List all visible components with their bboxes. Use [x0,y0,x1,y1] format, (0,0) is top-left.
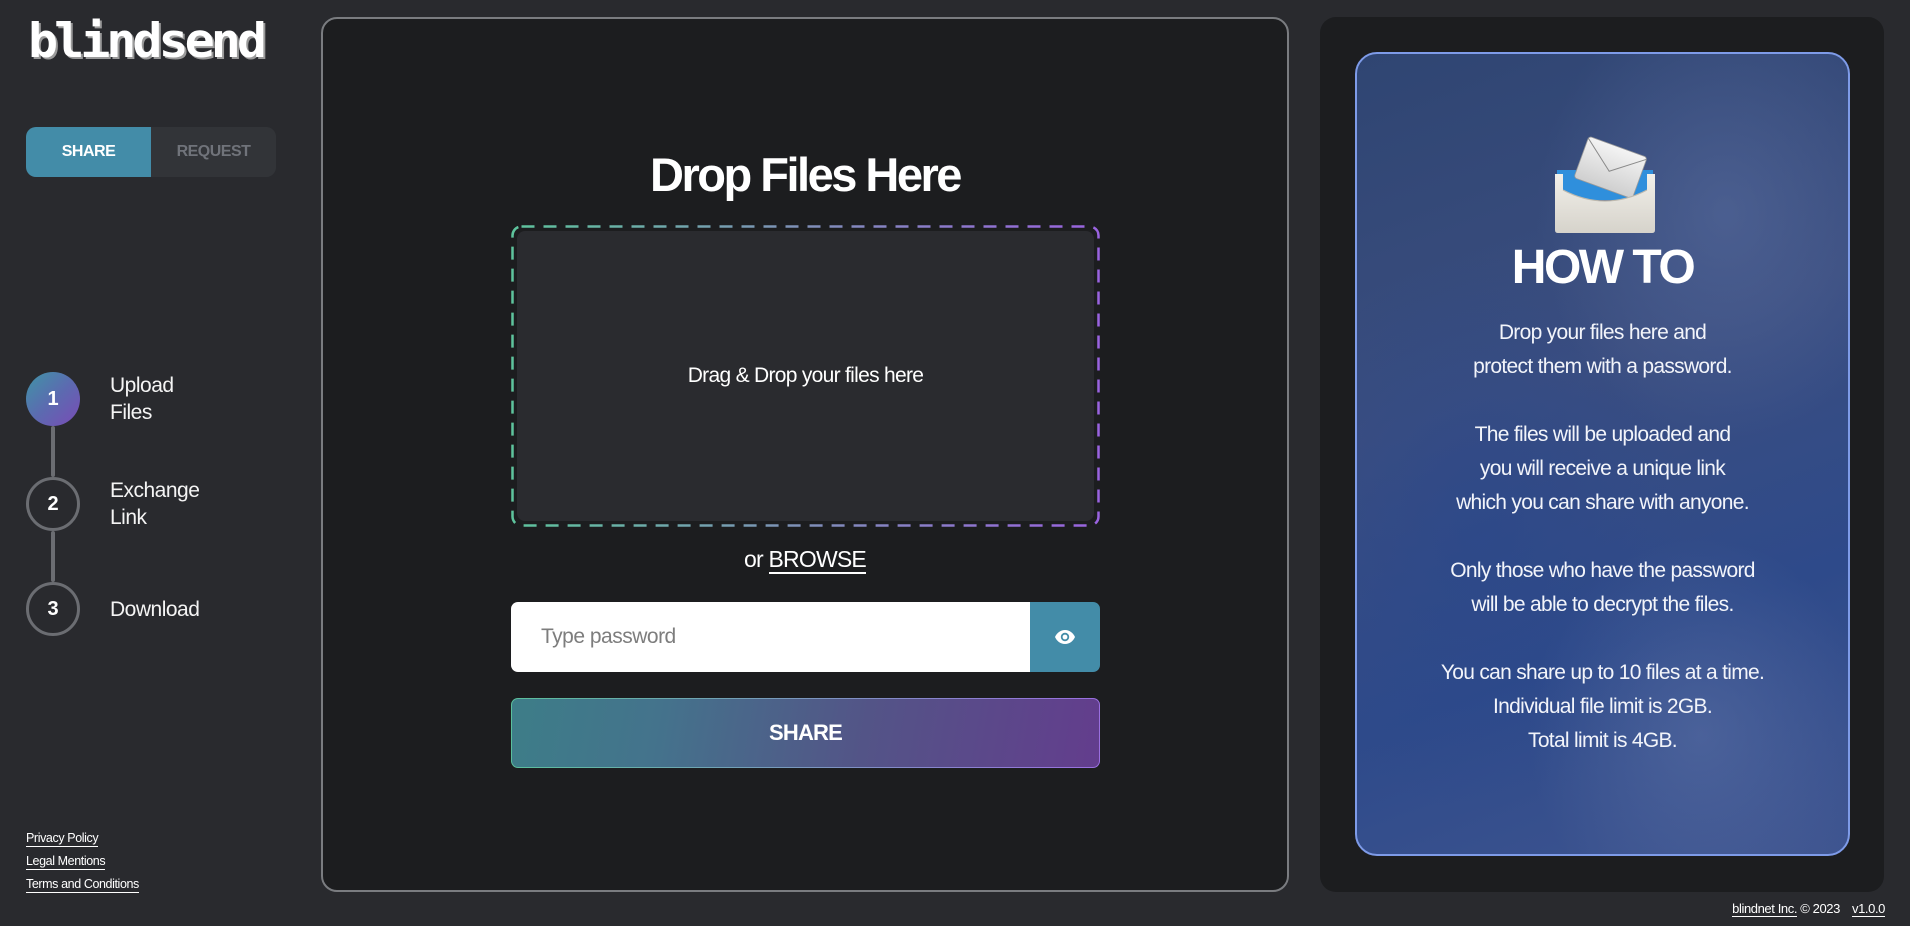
howto-paragraph: You can share up to 10 files at a time. … [1440,661,1765,752]
howto-instructions: Drop your files here and protect them wi… [1357,316,1848,758]
howto-title: HOW TO [1511,241,1696,294]
password-input[interactable] [511,602,1030,672]
step-number-badge: 1 [26,372,80,426]
howto-panel: HOW TO Drop your files here and protect … [1320,17,1884,892]
step-exchange-link: 2 Exchange Link [26,477,200,582]
blindsend-logo[interactable]: blindsend [28,17,267,65]
inbox-tray-icon [1555,136,1655,233]
share-button[interactable]: SHARE [511,698,1100,768]
drop-files-title: Drop Files Here [650,148,962,201]
howto-paragraph: Drop your files here and protect them wi… [1473,321,1732,378]
step-upload-files: 1 Upload Files [26,372,199,477]
footer: blindnet Inc. © 2023 v1.0.0 [1732,901,1885,917]
step-number-badge: 3 [26,582,80,636]
mode-toggle: SHARE REQUEST [26,127,276,177]
progress-steps: 1 Upload Files 2 Exchange Link 3 Downloa… [26,372,200,687]
password-row [511,602,1100,672]
copyright: blindnet Inc. © 2023 [1732,901,1840,917]
step-label: Upload Files [110,374,174,424]
privacy-policy-link[interactable]: Privacy Policy [26,830,99,847]
step-download: 3 Download [26,582,200,636]
legal-links: Privacy Policy Legal Mentions Terms and … [26,830,139,899]
blindnet-link[interactable]: blindnet Inc. [1732,901,1797,917]
upload-panel: Drop Files Here Drag & Drop your files h… [321,17,1289,892]
file-drop-zone[interactable]: Drag & Drop your files here [511,225,1100,527]
terms-and-conditions-link[interactable]: Terms and Conditions [26,876,139,893]
browse-link[interactable]: BROWSE [768,546,867,574]
step-label: Download [110,597,200,621]
step-connector [51,531,55,582]
step-number-badge: 2 [26,477,80,531]
browse-line: or BROWSE [744,546,867,574]
howto-paragraph: The files will be uploaded and you will … [1456,423,1749,514]
step-connector [51,426,55,477]
step-label: Exchange Link [110,479,200,529]
drop-zone-text: Drag & Drop your files here [517,231,1094,521]
howto-paragraph: Only those who have the password will be… [1450,559,1755,616]
version-link[interactable]: v1.0.0 [1851,901,1885,917]
toggle-password-visibility-button[interactable] [1030,602,1100,672]
eye-icon [1055,630,1075,644]
mode-request-tab[interactable]: REQUEST [151,127,276,177]
howto-card: HOW TO Drop your files here and protect … [1355,52,1850,856]
mode-share-tab[interactable]: SHARE [26,127,151,177]
app-root: blindsend SHARE REQUEST 1 Upload Files 2… [0,0,1910,926]
legal-mentions-link[interactable]: Legal Mentions [26,853,106,870]
